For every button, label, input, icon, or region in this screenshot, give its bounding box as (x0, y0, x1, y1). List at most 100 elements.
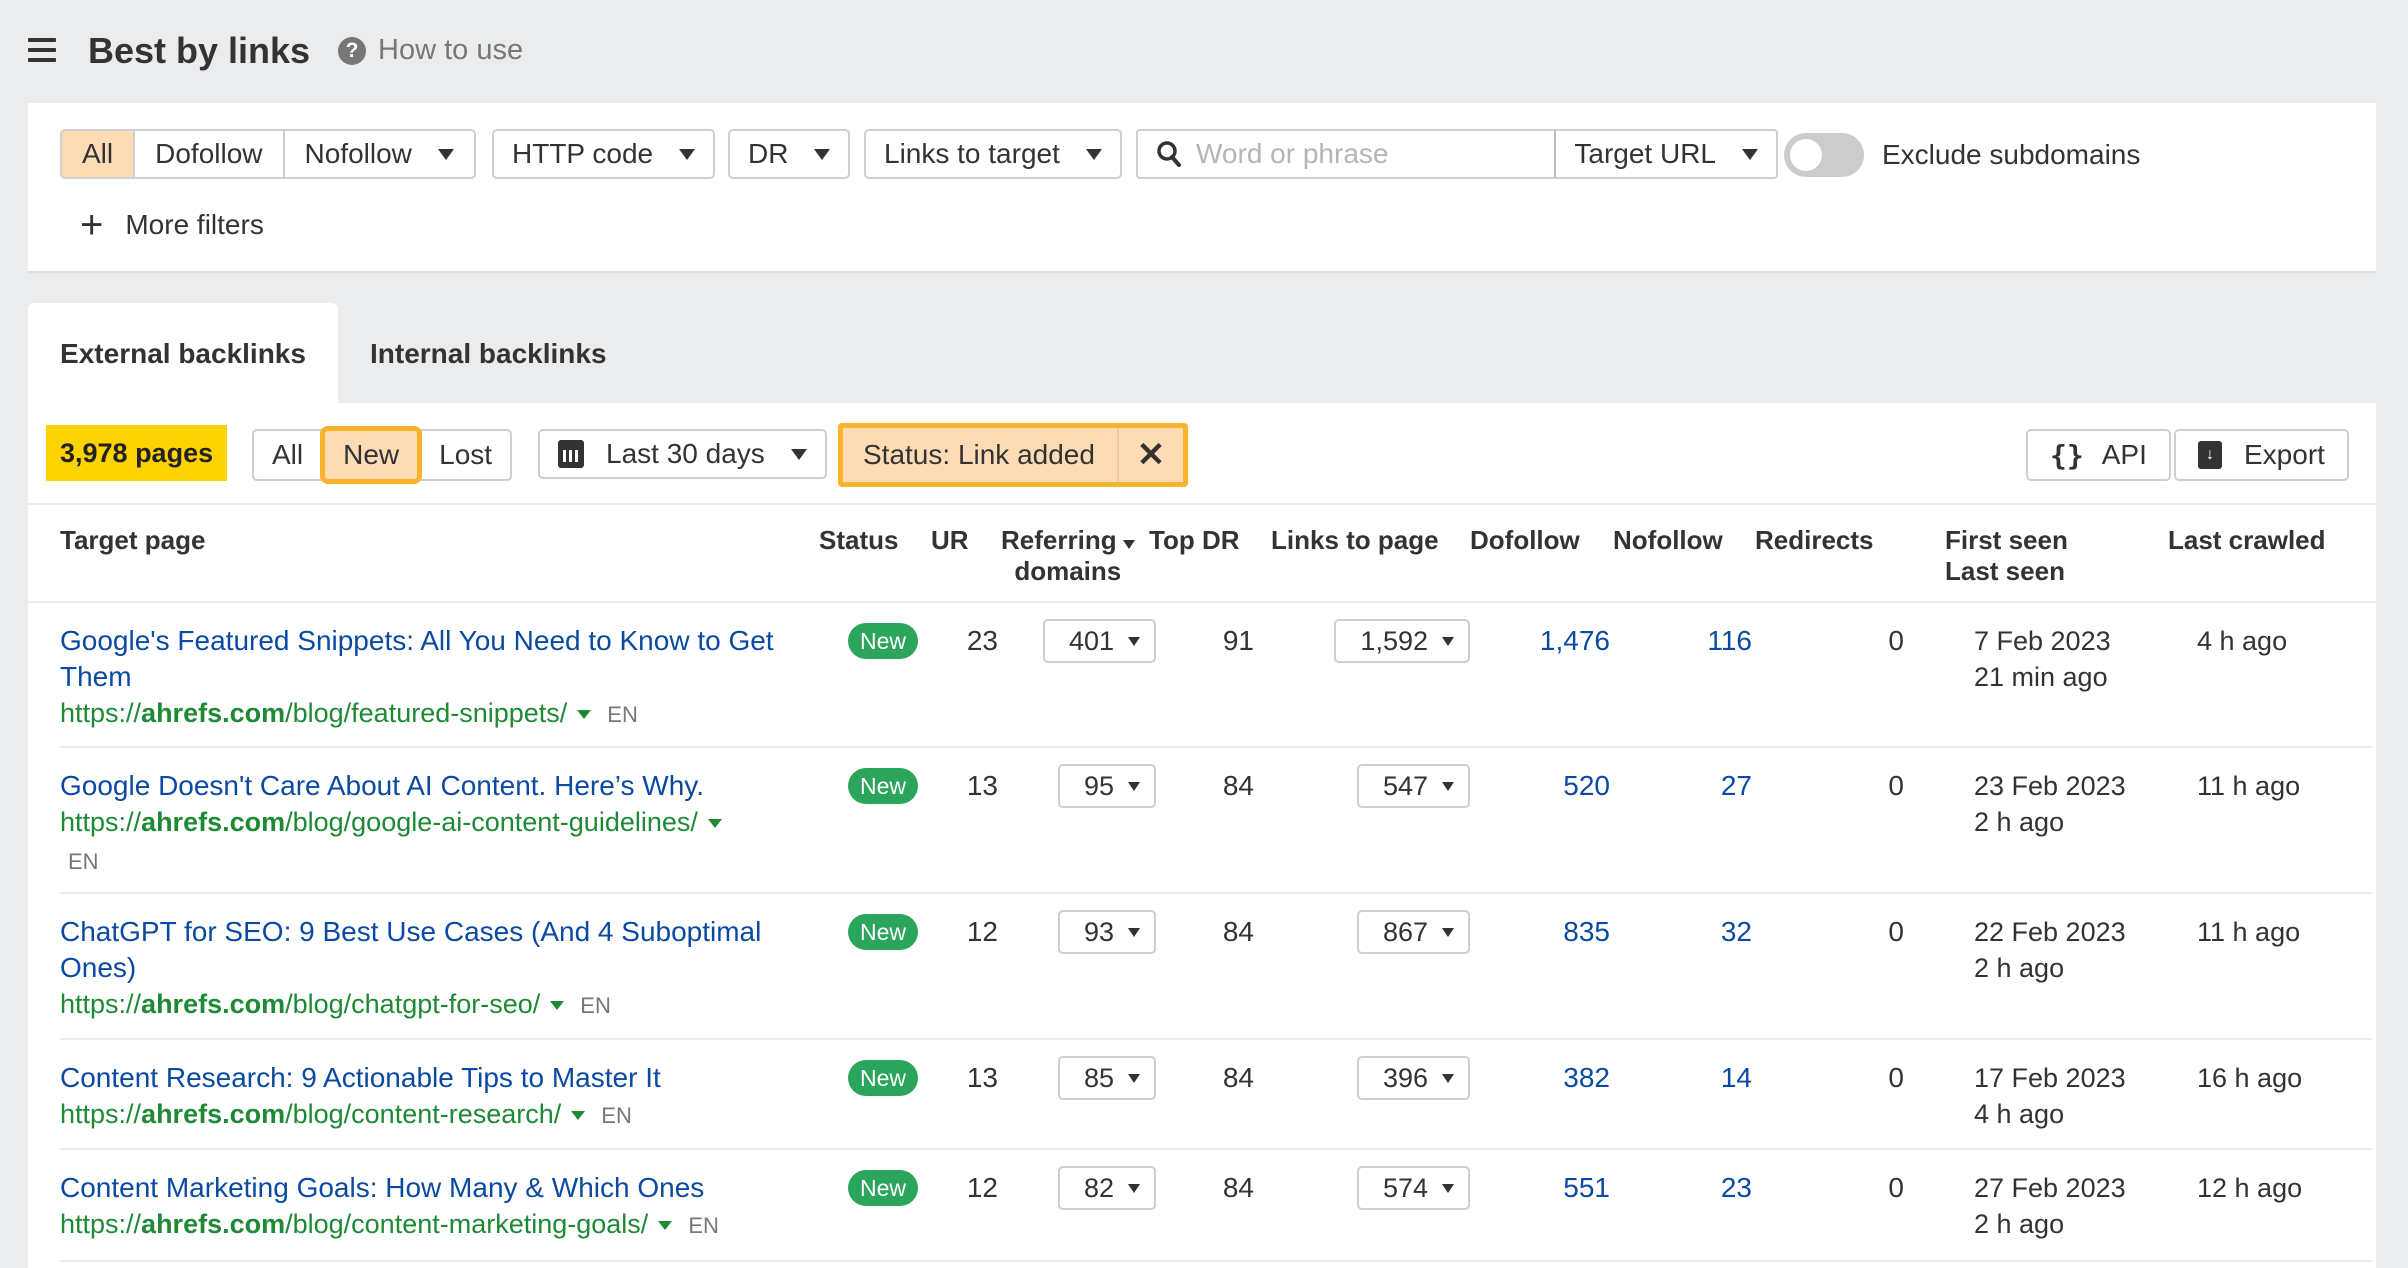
col-first-last-seen[interactable]: First seen Last seen (1945, 525, 2068, 587)
nofollow-link[interactable]: 14 (1630, 1060, 1752, 1096)
tab-external-backlinks[interactable]: External backlinks (28, 303, 338, 404)
links-to-page-dropdown[interactable]: 547 (1356, 764, 1470, 808)
chevron-down-icon (437, 148, 454, 160)
how-to-use-label: How to use (378, 34, 524, 66)
url-menu-icon[interactable] (550, 1001, 565, 1011)
page-title-link[interactable]: ChatGPT for SEO: 9 Best Use Cases (And 4… (60, 914, 800, 986)
col-dofollow[interactable]: Dofollow (1470, 525, 1580, 556)
how-to-use-link[interactable]: ? How to use (338, 34, 523, 67)
page-title-link[interactable]: Google's Featured Snippets: All You Need… (60, 623, 800, 695)
nofollow-link[interactable]: 27 (1630, 768, 1752, 804)
referring-domains-cell: 85 (1016, 1056, 1156, 1100)
ur-value: 12 (966, 916, 998, 947)
close-icon[interactable]: ✕ (1119, 435, 1183, 475)
chevron-down-icon (1085, 148, 1102, 160)
exclude-subdomains-toggle[interactable] (1784, 133, 1864, 177)
date-range-dropdown[interactable]: Last 30 days (538, 429, 827, 479)
links-to-target-dropdown[interactable]: Links to target (864, 129, 1122, 179)
status-badge: New (848, 1060, 919, 1096)
page-title-link[interactable]: Content Marketing Goals: How Many & Whic… (60, 1170, 800, 1206)
tab-internal-backlinks[interactable]: Internal backlinks (370, 303, 607, 404)
url-link[interactable]: https://ahrefs.com/blog/featured-snippet… (60, 698, 567, 728)
url-path: /blog/featured-snippets/ (285, 698, 568, 728)
more-filters-button[interactable]: + More filters (80, 205, 264, 245)
status-filter-chip: Status: Link added ✕ (838, 423, 1188, 487)
language-tag: EN (580, 993, 611, 1018)
status-filter-label[interactable]: Status: Link added (843, 428, 1119, 482)
referring-domains-dropdown[interactable]: 82 (1057, 1166, 1156, 1210)
col-top-dr[interactable]: Top DR (1149, 525, 1240, 556)
dr-label: DR (748, 138, 789, 169)
status-all[interactable]: All (254, 431, 321, 479)
nofollow-link[interactable]: 32 (1630, 914, 1752, 950)
status-new[interactable]: New (320, 426, 423, 484)
links-to-page-cell: 396 (1290, 1056, 1470, 1100)
links-to-page-dropdown[interactable]: 867 (1356, 910, 1470, 954)
nofollow-link[interactable]: 23 (1630, 1170, 1752, 1206)
referring-domains-dropdown[interactable]: 401 (1042, 619, 1156, 663)
col-ur[interactable]: UR (931, 525, 969, 556)
first-seen-value: 23 Feb 2023 (1974, 771, 2126, 801)
url-domain: ahrefs.com (141, 807, 286, 837)
url-prefix: https:// (60, 1209, 142, 1239)
page-title-link[interactable]: Content Research: 9 Actionable Tips to M… (60, 1060, 800, 1096)
url-prefix: https:// (60, 1099, 142, 1129)
col-status[interactable]: Status (819, 525, 898, 556)
search-input[interactable] (1196, 138, 1496, 170)
col-target-page[interactable]: Target page (60, 525, 205, 556)
calendar-icon (558, 440, 584, 468)
first-seen-value: 27 Feb 2023 (1974, 1173, 2126, 1203)
chevron-down-icon (1128, 636, 1140, 646)
search-group: Target URL (1136, 129, 1778, 179)
url-link[interactable]: https://ahrefs.com/blog/google-ai-conten… (60, 807, 698, 837)
table-header: Target page Status UR Referring domains … (28, 505, 2376, 603)
dr-dropdown[interactable]: DR (728, 129, 851, 179)
referring-domains-dropdown[interactable]: 93 (1057, 910, 1156, 954)
page-title-link[interactable]: Google Doesn't Care About AI Content. He… (60, 768, 800, 804)
dofollow-link[interactable]: 1,476 (1480, 623, 1610, 659)
url-menu-icon[interactable] (577, 710, 592, 720)
chevron-down-icon (1442, 636, 1454, 646)
target-url-dropdown[interactable]: Target URL (1556, 131, 1776, 177)
last-seen-value: 21 min ago (1974, 662, 2108, 692)
link-type-nofollow[interactable]: Nofollow (284, 131, 474, 177)
dofollow-link[interactable]: 382 (1480, 1060, 1610, 1096)
menu-icon[interactable] (28, 38, 56, 62)
links-to-page-dropdown[interactable]: 574 (1356, 1166, 1470, 1210)
links-to-page-dropdown[interactable]: 1,592 (1334, 619, 1470, 663)
col-nofollow[interactable]: Nofollow (1613, 525, 1723, 556)
col-links-to-page[interactable]: Links to page (1271, 525, 1439, 556)
referring-domains-dropdown[interactable]: 95 (1057, 764, 1156, 808)
export-button[interactable]: ↓ Export (2174, 429, 2349, 481)
url-link[interactable]: https://ahrefs.com/blog/chatgpt-for-seo/ (60, 989, 540, 1019)
api-button[interactable]: {} API (2026, 429, 2171, 481)
links-to-page-cell: 547 (1290, 764, 1470, 808)
url-menu-icon[interactable] (707, 819, 722, 829)
page-url: https://ahrefs.com/blog/google-ai-conten… (60, 804, 820, 880)
http-code-dropdown[interactable]: HTTP code (492, 129, 716, 179)
url-menu-icon[interactable] (658, 1221, 673, 1231)
nofollow-link[interactable]: 116 (1630, 623, 1752, 659)
col-referring-domains[interactable]: Referring domains (1001, 525, 1135, 587)
url-link[interactable]: https://ahrefs.com/blog/content-research… (60, 1099, 561, 1129)
url-menu-icon[interactable] (571, 1111, 586, 1121)
status-lost[interactable]: Lost (421, 431, 510, 479)
col-last-crawled[interactable]: Last crawled (2168, 525, 2326, 556)
links-to-page-cell: 867 (1290, 910, 1470, 954)
dofollow-link[interactable]: 835 (1480, 914, 1610, 950)
links-to-page-dropdown[interactable]: 396 (1356, 1056, 1470, 1100)
ur-value: 12 (966, 1172, 998, 1203)
url-link[interactable]: https://ahrefs.com/blog/content-marketin… (60, 1209, 648, 1239)
link-type-all[interactable]: All (62, 131, 136, 177)
last-crawled-value: 12 h ago (2197, 1173, 2303, 1203)
links-to-page-value: 547 (1382, 771, 1428, 801)
referring-domains-dropdown[interactable]: 85 (1057, 1056, 1156, 1100)
col-redirects[interactable]: Redirects (1755, 525, 1874, 556)
redirects-value: 0 (1888, 625, 1904, 656)
ur-value: 13 (966, 1062, 998, 1093)
dofollow-link[interactable]: 551 (1480, 1170, 1610, 1206)
plus-icon: + (80, 203, 104, 247)
dofollow-link[interactable]: 520 (1480, 768, 1610, 804)
page-url: https://ahrefs.com/blog/content-research… (60, 1096, 820, 1134)
link-type-dofollow[interactable]: Dofollow (135, 131, 285, 177)
